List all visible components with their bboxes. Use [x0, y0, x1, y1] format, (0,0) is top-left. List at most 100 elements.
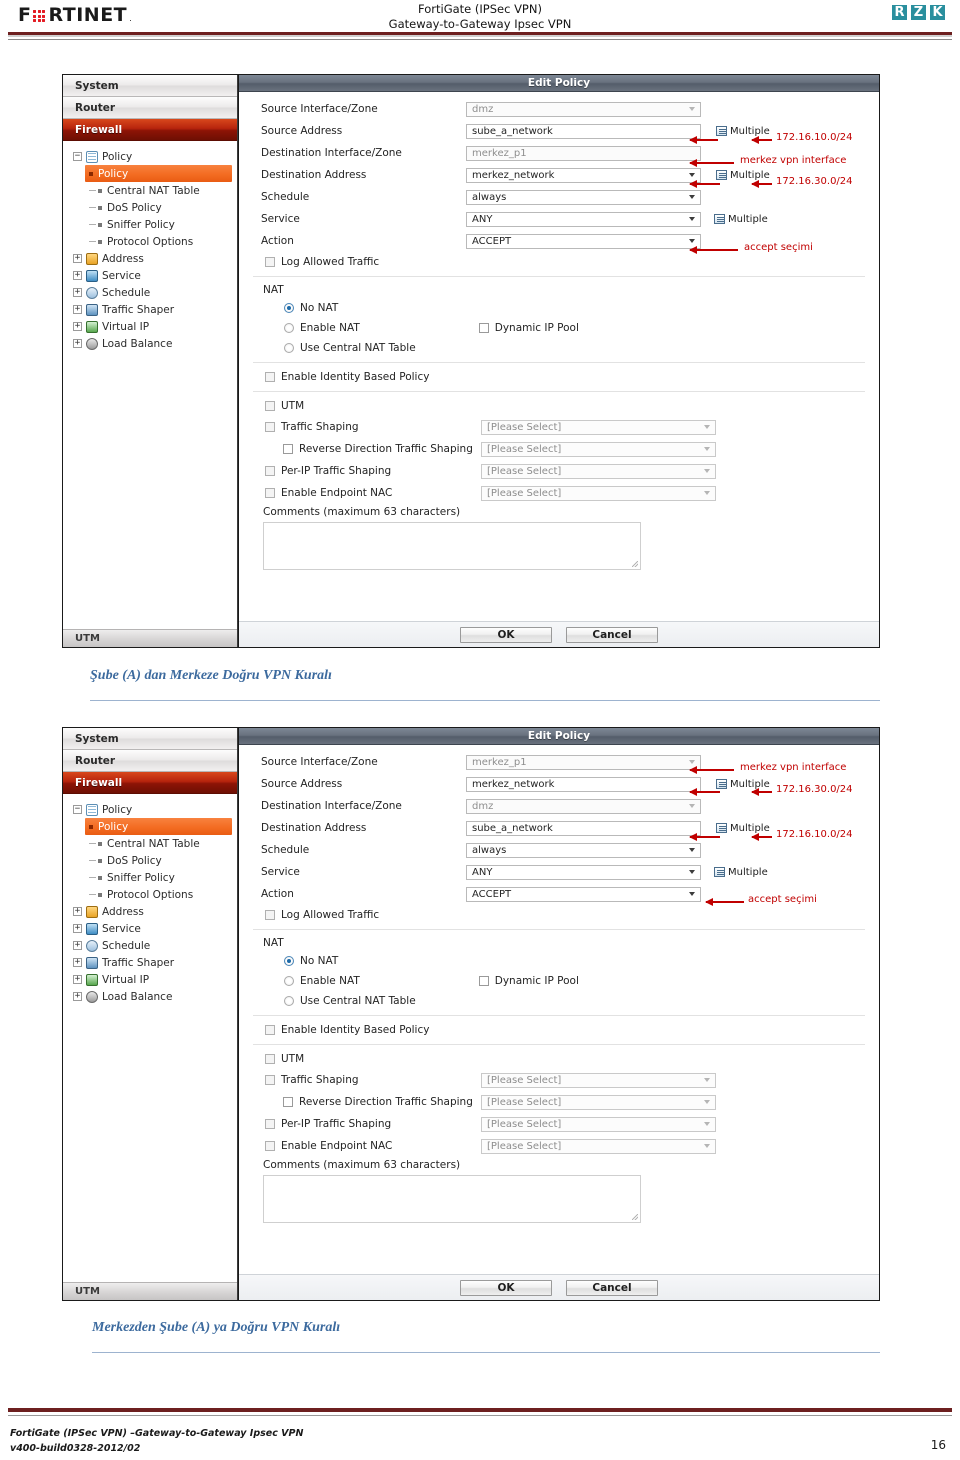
- sidebar-nav-firewall-2[interactable]: Firewall: [63, 772, 237, 794]
- expand-icon[interactable]: +: [73, 907, 82, 916]
- expand-icon[interactable]: +: [73, 992, 82, 1001]
- row-identity-policy-2[interactable]: Enable Identity Based Policy: [239, 1020, 879, 1040]
- row-per-ip-shaping-2[interactable]: Per-IP Traffic Shaping [Please Select]: [239, 1113, 879, 1135]
- sidebar-item-schedule-2[interactable]: + Schedule: [71, 937, 237, 954]
- enable-nat-radio-2[interactable]: [284, 976, 294, 986]
- endpoint-nac-select-2[interactable]: [Please Select]: [481, 1138, 716, 1154]
- per-ip-shaping-select-2[interactable]: [Please Select]: [481, 1116, 716, 1132]
- row-per-ip-shaping-1[interactable]: Per-IP Traffic Shaping [Please Select]: [239, 460, 879, 482]
- reverse-shaping-select-1[interactable]: [Please Select]: [481, 441, 716, 457]
- per-ip-shaping-checkbox-1[interactable]: [265, 466, 275, 476]
- dest-interface-select-1[interactable]: merkez_p1: [466, 145, 701, 161]
- action-select-1[interactable]: ACCEPT: [466, 233, 701, 249]
- row-traffic-shaping-2[interactable]: Traffic Shaping [Please Select]: [239, 1069, 879, 1091]
- dest-address-multiple-link-1[interactable]: Multiple: [716, 170, 770, 181]
- dest-address-input-2[interactable]: sube_a_network: [466, 820, 701, 836]
- sidebar-item-policy[interactable]: Policy: [85, 165, 232, 182]
- sidebar-item-schedule[interactable]: + Schedule: [71, 284, 237, 301]
- expand-icon[interactable]: +: [73, 254, 82, 263]
- comments-textarea-1[interactable]: [263, 522, 641, 570]
- collapse-icon[interactable]: −: [73, 152, 82, 161]
- utm-checkbox-2[interactable]: [265, 1054, 275, 1064]
- sidebar-nav-router[interactable]: Router: [63, 97, 237, 119]
- field-action-1[interactable]: ACCEPT: [466, 233, 701, 249]
- row-identity-policy-1[interactable]: Enable Identity Based Policy: [239, 367, 879, 387]
- identity-policy-checkbox-2[interactable]: [265, 1025, 275, 1035]
- expand-icon[interactable]: +: [73, 975, 82, 984]
- action-select-2[interactable]: ACCEPT: [466, 886, 701, 902]
- sidebar-item-sniffer-policy[interactable]: Sniffer Policy: [71, 216, 237, 233]
- row-utm-2[interactable]: UTM: [239, 1049, 879, 1069]
- sidebar-item-load-balance-2[interactable]: + Load Balance: [71, 988, 237, 1005]
- row-reverse-shaping-1[interactable]: Reverse Direction Traffic Shaping [Pleas…: [239, 438, 879, 460]
- comments-textarea-2[interactable]: [263, 1175, 641, 1223]
- expand-icon[interactable]: +: [73, 924, 82, 933]
- expand-icon[interactable]: +: [73, 271, 82, 280]
- row-dynamic-ip-pool-1[interactable]: Dynamic IP Pool: [478, 322, 579, 334]
- endpoint-nac-checkbox-2[interactable]: [265, 1141, 275, 1151]
- field-dest-interface-2[interactable]: dmz: [466, 798, 701, 814]
- tree-group-policy-2[interactable]: − Policy: [71, 801, 237, 818]
- service-multiple-link-1[interactable]: Multiple: [714, 214, 768, 225]
- source-address-input-1[interactable]: sube_a_network: [466, 123, 701, 139]
- service-multiple-link-2[interactable]: Multiple: [714, 867, 768, 878]
- sidebar-item-address[interactable]: + Address: [71, 250, 237, 267]
- row-traffic-shaping-1[interactable]: Traffic Shaping [Please Select]: [239, 416, 879, 438]
- source-interface-select-2[interactable]: merkez_p1: [466, 754, 701, 770]
- dest-address-multiple-link-2[interactable]: Multiple: [716, 823, 770, 834]
- sidebar-footer-utm-1[interactable]: UTM: [63, 629, 237, 647]
- sidebar-item-policy-2[interactable]: Policy: [85, 818, 232, 835]
- ok-button-1[interactable]: OK: [460, 626, 552, 643]
- log-allowed-checkbox-1[interactable]: [265, 257, 275, 267]
- expand-icon[interactable]: +: [73, 288, 82, 297]
- sidebar-item-sniffer-policy-2[interactable]: Sniffer Policy: [71, 869, 237, 886]
- field-source-interface-2[interactable]: merkez_p1: [466, 754, 701, 770]
- row-log-allowed-2[interactable]: Log Allowed Traffic: [239, 905, 879, 925]
- field-schedule-1[interactable]: always: [466, 189, 701, 205]
- per-ip-shaping-checkbox-2[interactable]: [265, 1119, 275, 1129]
- traffic-shaping-select-2[interactable]: [Please Select]: [481, 1072, 716, 1088]
- row-log-allowed-1[interactable]: Log Allowed Traffic: [239, 252, 879, 272]
- cancel-button-1[interactable]: Cancel: [566, 626, 658, 643]
- sidebar-item-protocol-options-2[interactable]: Protocol Options: [71, 886, 237, 903]
- expand-icon[interactable]: +: [73, 339, 82, 348]
- use-central-nat-radio-2[interactable]: [284, 996, 294, 1006]
- field-source-interface-1[interactable]: dmz: [466, 101, 701, 117]
- sidebar-item-service[interactable]: + Service: [71, 267, 237, 284]
- sidebar-item-virtual-ip[interactable]: + Virtual IP: [71, 318, 237, 335]
- utm-checkbox-1[interactable]: [265, 401, 275, 411]
- no-nat-radio-2[interactable]: [284, 956, 294, 966]
- row-endpoint-nac-1[interactable]: Enable Endpoint NAC [Please Select]: [239, 482, 879, 504]
- traffic-shaping-checkbox-2[interactable]: [265, 1075, 275, 1085]
- sidebar-nav-router-2[interactable]: Router: [63, 750, 237, 772]
- sidebar-item-central-nat-table-2[interactable]: Central NAT Table: [71, 835, 237, 852]
- enable-nat-radio-1[interactable]: [284, 323, 294, 333]
- sidebar-item-dos-policy[interactable]: DoS Policy: [71, 199, 237, 216]
- log-allowed-checkbox-2[interactable]: [265, 910, 275, 920]
- field-dest-interface-1[interactable]: merkez_p1: [466, 145, 701, 161]
- expand-icon[interactable]: +: [73, 941, 82, 950]
- row-enable-nat-2[interactable]: Enable NAT Dynamic IP Pool: [239, 971, 879, 991]
- row-reverse-shaping-2[interactable]: Reverse Direction Traffic Shaping [Pleas…: [239, 1091, 879, 1113]
- source-address-multiple-link-2[interactable]: Multiple: [716, 779, 770, 790]
- sidebar-item-load-balance[interactable]: + Load Balance: [71, 335, 237, 352]
- row-utm-1[interactable]: UTM: [239, 396, 879, 416]
- traffic-shaping-select-1[interactable]: [Please Select]: [481, 419, 716, 435]
- cancel-button-2[interactable]: Cancel: [566, 1279, 658, 1296]
- sidebar-item-central-nat-table[interactable]: Central NAT Table: [71, 182, 237, 199]
- schedule-select-1[interactable]: always: [466, 189, 701, 205]
- row-no-nat-1[interactable]: No NAT: [239, 298, 879, 318]
- dynamic-ip-pool-checkbox-2[interactable]: [478, 976, 489, 986]
- field-source-address-2[interactable]: merkez_network Multiple: [466, 776, 770, 792]
- identity-policy-checkbox-1[interactable]: [265, 372, 275, 382]
- no-nat-radio-1[interactable]: [284, 303, 294, 313]
- row-use-central-nat-1[interactable]: Use Central NAT Table: [239, 338, 879, 358]
- row-dynamic-ip-pool-2[interactable]: Dynamic IP Pool: [478, 975, 579, 987]
- reverse-shaping-checkbox-1[interactable]: [283, 444, 293, 454]
- reverse-shaping-checkbox-2[interactable]: [283, 1097, 293, 1107]
- dest-interface-select-2[interactable]: dmz: [466, 798, 701, 814]
- field-service-1[interactable]: ANY Multiple: [466, 211, 768, 227]
- field-dest-address-1[interactable]: merkez_network Multiple: [466, 167, 770, 183]
- expand-icon[interactable]: +: [73, 958, 82, 967]
- schedule-select-2[interactable]: always: [466, 842, 701, 858]
